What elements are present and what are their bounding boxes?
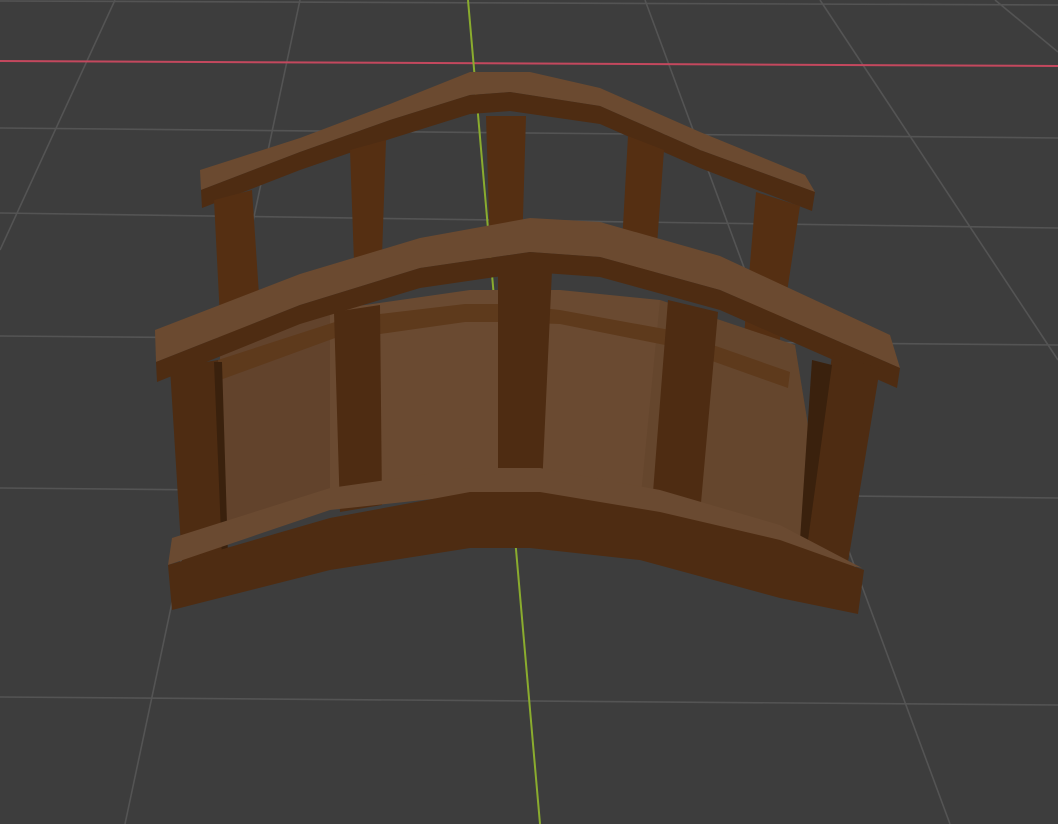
grid-line bbox=[994, 0, 1058, 53]
grid-line bbox=[0, 127, 1058, 139]
3d-viewport[interactable] bbox=[0, 0, 1058, 824]
grid-line bbox=[0, 0, 1058, 6]
front-post bbox=[334, 305, 382, 512]
back-post bbox=[350, 140, 386, 262]
grid-line bbox=[819, 0, 1058, 361]
grid-line bbox=[0, 0, 116, 251]
bridge-model[interactable] bbox=[155, 72, 900, 614]
x-axis-line bbox=[0, 60, 1058, 67]
